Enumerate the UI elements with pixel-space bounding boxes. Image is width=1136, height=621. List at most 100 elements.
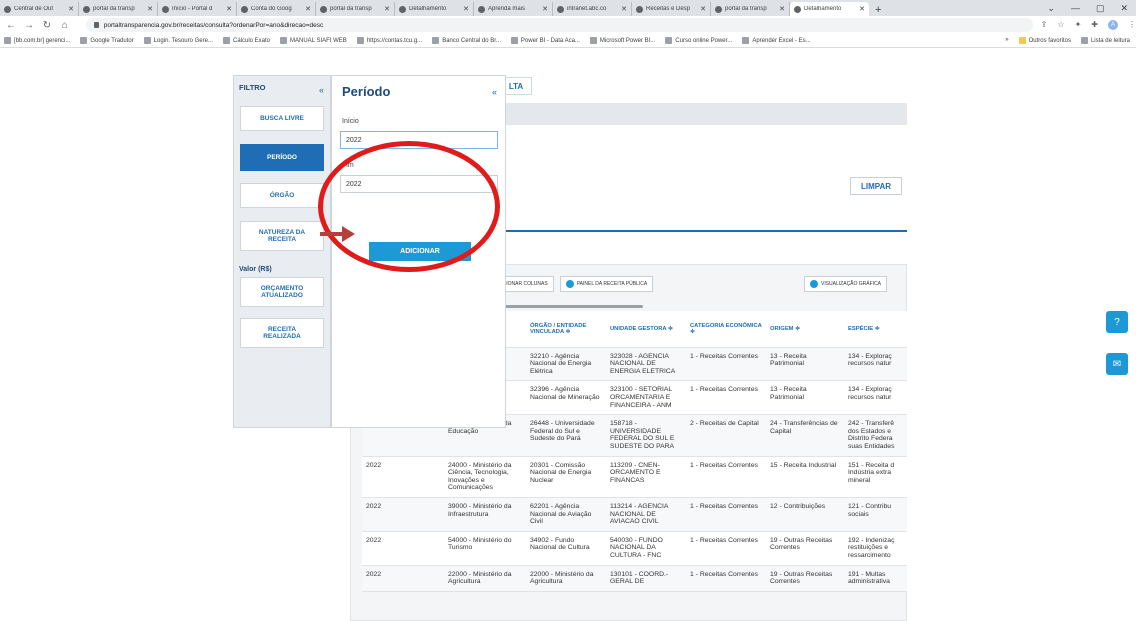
busca-livre-button[interactable]: BUSCA LIVRE [240,106,324,131]
periodo-button[interactable]: PERÍODO [240,144,324,171]
table-cell: 12 - Contribuições [766,497,844,532]
bookmark-item[interactable]: [bb.com.br] gerenci... [4,37,70,44]
profile-avatar[interactable]: A [1107,20,1118,30]
bookmark-item[interactable]: Power BI - Data Aca... [510,37,580,44]
tab-title: Central de Out [14,6,54,12]
bookmarks-bar: [bb.com.br] gerenci... Google Tradutor Log… [0,34,1136,48]
bookmark-label: Cálculo Exato [232,37,271,44]
table-scrollbar[interactable] [505,305,643,308]
table-cell: 1 - Receitas Correntes [686,456,766,499]
minimize-icon[interactable]: — [1071,3,1080,13]
bookmark-icon [4,37,11,44]
close-tab-icon[interactable]: ✕ [384,5,390,13]
orcamento-atualizado-button[interactable]: ORÇAMENTO ATUALIZADO [240,277,324,307]
table-cell: 1 - Receitas Correntes [686,347,766,382]
close-tab-icon[interactable]: ✕ [700,5,706,13]
browser-tab[interactable]: portal da transp ✕ [711,2,790,16]
puzzle-icon[interactable]: ✚ [1091,20,1098,30]
browser-tab[interactable]: Aprenda mais ✕ [474,2,553,16]
browser-tab[interactable]: Detalhamento ✕ [395,2,474,16]
favicon-icon [241,5,248,13]
close-tab-icon[interactable]: ✕ [463,5,469,13]
maximize-icon[interactable]: ▢ [1096,3,1105,14]
menu-icon[interactable]: ⋮ [1128,20,1136,30]
close-tab-icon[interactable]: ✕ [859,5,865,13]
bookmark-item[interactable]: Microsoft Power BI... [589,37,655,44]
home-icon[interactable]: ⌂ [60,20,70,31]
collapse-periodo-icon[interactable]: « [492,87,497,97]
browser-tab[interactable]: Central de Out ✕ [0,2,79,16]
column-header[interactable]: CATEGORIA ECONÔMICA ≑ [686,311,766,348]
column-header[interactable]: UNIDADE GESTORA ≑ [606,311,686,348]
tab-search-icon[interactable]: ⌄ [1047,3,1055,14]
table-row: 2022 22000 - Ministério da Agricultura 220… [362,565,907,592]
extension-icon[interactable]: ✦ [1075,20,1082,30]
star-icon[interactable]: ☆ [1057,20,1064,30]
close-tab-icon[interactable]: ✕ [147,5,153,13]
bookmark-icon [222,37,230,44]
browser-tab[interactable]: portal da transp ✕ [316,2,395,16]
receita-realizada-button[interactable]: RECEITA REALIZADA [240,318,324,348]
browser-tab[interactable]: portal da transp ✕ [79,2,158,16]
back-icon[interactable]: ← [6,20,16,31]
new-tab-button[interactable]: + [869,4,887,16]
chart-view-button[interactable]: VISUALIZAÇÃO GRÁFICA [804,276,888,292]
help-icon[interactable]: ? [1106,311,1128,333]
browser-tab[interactable]: Detalhamento ✕ [790,2,869,16]
lock-icon [93,22,99,28]
mail-icon[interactable]: ✉ [1106,353,1128,375]
close-tab-icon[interactable]: ✕ [226,5,232,13]
close-tab-icon[interactable]: ✕ [542,5,548,13]
other-bookmarks[interactable]: Outros favoritos [1018,37,1071,44]
close-tab-icon[interactable]: ✕ [68,5,74,13]
bookmark-item[interactable]: Banco Central do Br... [432,37,501,44]
bookmark-item[interactable]: Aprender Excel - Es... [742,37,811,44]
limpar-button[interactable]: LIMPAR [850,177,902,195]
reload-icon[interactable]: ↻ [42,20,52,31]
table-cell: 191 - Multas administrativa [844,565,907,592]
window-controls: ⌄ — ▢ ✕ [1039,0,1136,16]
collapse-filter-icon[interactable]: « [319,85,324,95]
close-tab-icon[interactable]: ✕ [779,5,785,13]
natureza-receita-button[interactable]: NATUREZA DA RECEITA [240,221,324,251]
bookmark-item[interactable]: Cálculo Exato [222,37,271,44]
close-tab-icon[interactable]: ✕ [621,5,627,13]
bookmark-label: Aprender Excel - Es... [752,37,811,44]
bookmark-icon [742,37,750,44]
arrow-circle-icon [565,280,574,288]
column-header[interactable]: ESPÉCIE ≑ [844,311,907,348]
painel-receita-button[interactable]: PAINEL DA RECEITA PÚBLICA [559,276,654,292]
table-cell: 134 - Exploraç recursos natur [844,347,907,382]
browser-tab[interactable]: intranet.abc.co ✕ [553,2,632,16]
bookmark-item[interactable]: Google Tradutor [80,37,134,44]
table-cell: 54000 - Ministério do Turismo [444,531,526,566]
table-cell: 34902 - Fundo Nacional de Cultura [526,531,606,566]
table-cell: 32396 - Agência Nacional de Mineração [526,380,606,416]
chart-view-label: VISUALIZAÇÃO GRÁFICA [821,281,882,287]
bookmark-label: Login. Tesouro Gere... [153,37,213,44]
more-bookmarks[interactable]: » [1005,37,1008,44]
bookmark-item[interactable]: MANUAL SIAFI WEB [280,37,347,44]
bookmark-item[interactable]: Login. Tesouro Gere... [143,37,213,44]
column-header[interactable]: ÓRGÃO / ENTIDADE VINCULADA ≑ [526,311,606,348]
column-header[interactable]: ORIGEM ≑ [766,311,844,348]
favicon-icon [83,5,90,13]
browser-tab[interactable]: Receitas e Desp ✕ [632,2,711,16]
forward-icon[interactable]: → [24,20,34,31]
table-row: 2022 39000 - Ministério da Infraestrutura… [362,497,907,532]
close-tab-icon[interactable]: ✕ [305,5,311,13]
bookmark-item[interactable]: Curso online Power... [665,37,732,44]
bookmark-icon [280,37,288,44]
orgao-button[interactable]: ÓRGÃO [240,183,324,208]
bookmark-item[interactable]: https://contas.tcu.g... [356,37,422,44]
browser-tab[interactable]: Conta do Goog ✕ [237,2,316,16]
bookmark-icon [432,37,440,44]
share-icon[interactable]: ⇪ [1041,20,1048,30]
inicio-label: Início [342,118,359,125]
close-window-icon[interactable]: ✕ [1120,3,1128,14]
reading-list[interactable]: Lista de leitura [1080,37,1130,44]
address-bar[interactable]: portaltransparencia.gov.br/receitas/cons… [85,18,1033,32]
reading-list-label: Lista de leitura [1090,37,1130,44]
bookmark-icon [356,37,364,44]
browser-tab[interactable]: Início - Portal d ✕ [158,2,237,16]
